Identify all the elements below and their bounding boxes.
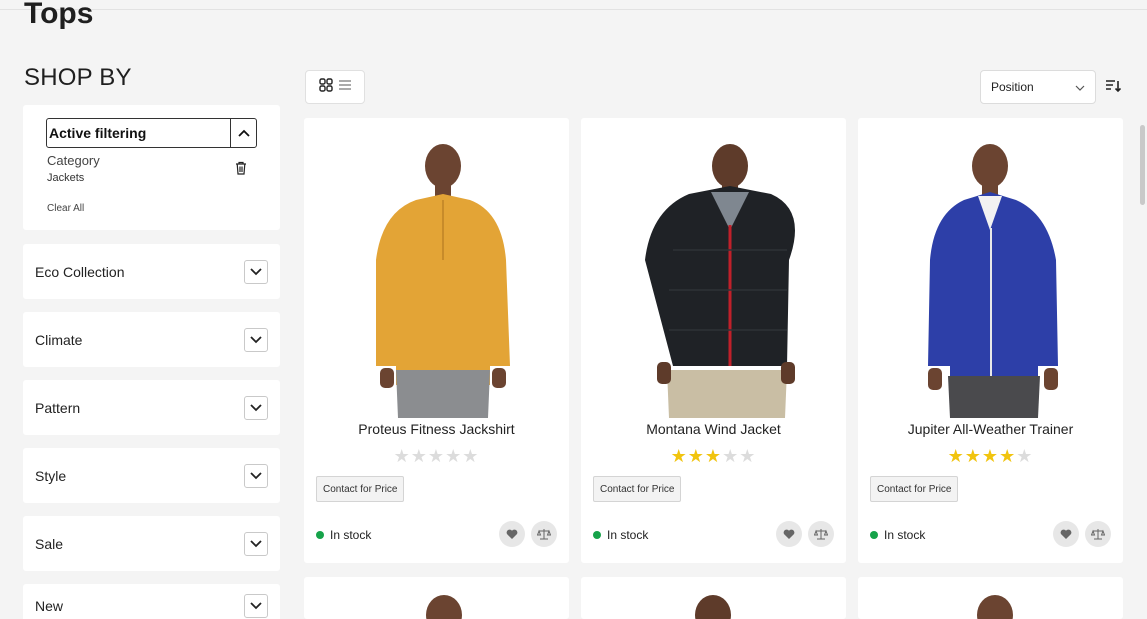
- page-title: Tops: [24, 0, 94, 30]
- product-card[interactable]: Jupiter All-Weather Trainer ★★★★★ Contac…: [858, 118, 1123, 563]
- chevron-up-icon[interactable]: [230, 119, 256, 147]
- product-name[interactable]: Jupiter All-Weather Trainer: [858, 421, 1123, 437]
- star-icon: ★: [981, 446, 1000, 466]
- active-filter-category-label: Category: [47, 153, 100, 168]
- compare-button[interactable]: [808, 521, 834, 547]
- star-icon: ★: [427, 446, 446, 466]
- product-image[interactable]: [858, 130, 1123, 418]
- chevron-down-icon: [1075, 80, 1085, 94]
- active-filtering-title: Active filtering: [49, 125, 147, 141]
- filter-label: Style: [35, 467, 67, 484]
- filter-climate[interactable]: Climate: [23, 312, 280, 367]
- product-image[interactable]: [581, 587, 846, 619]
- star-icon: ★: [393, 446, 411, 466]
- wishlist-button[interactable]: [776, 521, 802, 547]
- active-filtering-toggle[interactable]: Active filtering: [46, 118, 257, 148]
- chevron-down-icon[interactable]: [244, 463, 268, 488]
- sort-direction-icon[interactable]: [1105, 79, 1122, 98]
- filter-sale[interactable]: Sale: [23, 516, 280, 571]
- filter-eco-collection[interactable]: Eco Collection: [23, 244, 280, 299]
- stock-label: In stock: [884, 528, 926, 542]
- star-icon: ★: [462, 446, 480, 466]
- sort-by-select[interactable]: Position: [980, 70, 1096, 104]
- heart-icon: [783, 529, 795, 539]
- product-image[interactable]: [304, 130, 569, 418]
- product-name[interactable]: Proteus Fitness Jackshirt: [304, 421, 569, 437]
- star-icon: ★: [704, 446, 723, 466]
- filter-label: New: [35, 598, 64, 614]
- star-icon: ★: [670, 446, 688, 466]
- heart-icon: [506, 529, 518, 539]
- stock-status: In stock: [870, 528, 925, 542]
- filter-style[interactable]: Style: [23, 448, 280, 503]
- star-icon: ★: [722, 446, 740, 466]
- rating-stars: ★★★★★: [581, 446, 846, 467]
- stock-status: In stock: [316, 528, 371, 542]
- chevron-down-icon[interactable]: [244, 327, 268, 352]
- clear-all-link[interactable]: Clear All: [47, 203, 84, 214]
- in-stock-dot-icon: [870, 531, 878, 539]
- wishlist-button[interactable]: [1053, 521, 1079, 547]
- rating-stars: ★★★★★: [304, 446, 569, 467]
- product-card[interactable]: [304, 577, 569, 619]
- stock-label: In stock: [330, 528, 372, 542]
- star-icon: ★: [687, 446, 705, 466]
- top-divider: [0, 9, 1147, 10]
- compare-button[interactable]: [1085, 521, 1111, 547]
- filter-label: Sale: [35, 535, 64, 552]
- filter-pattern[interactable]: Pattern: [23, 380, 280, 435]
- scrollbar-thumb[interactable]: [1140, 125, 1145, 205]
- filter-label: Eco Collection: [35, 263, 125, 280]
- filter-label: Climate: [35, 331, 83, 348]
- product-image[interactable]: [858, 587, 1123, 619]
- chevron-down-icon[interactable]: [244, 594, 268, 618]
- product-card[interactable]: Montana Wind Jacket ★★★★★ Contact for Pr…: [581, 118, 846, 563]
- product-image[interactable]: [304, 587, 569, 619]
- in-stock-dot-icon: [593, 531, 601, 539]
- product-card[interactable]: [858, 577, 1123, 619]
- grid-icon[interactable]: [318, 77, 333, 97]
- contact-for-price-button[interactable]: Contact for Price: [316, 476, 405, 502]
- star-icon: ★: [964, 446, 982, 466]
- star-icon: ★: [999, 446, 1017, 466]
- wishlist-button[interactable]: [499, 521, 525, 547]
- star-icon: ★: [445, 446, 463, 466]
- star-icon: ★: [1016, 446, 1034, 466]
- stock-status: In stock: [593, 528, 648, 542]
- compare-scale-icon: [814, 529, 828, 540]
- view-mode-toggle: [305, 70, 365, 104]
- sort-selected-value: Position: [991, 80, 1034, 94]
- in-stock-dot-icon: [316, 531, 324, 539]
- shop-by-heading: SHOP BY: [24, 64, 132, 91]
- star-icon: ★: [410, 446, 428, 466]
- product-card[interactable]: [581, 577, 846, 619]
- contact-for-price-button[interactable]: Contact for Price: [593, 476, 682, 502]
- star-icon: ★: [739, 446, 757, 466]
- product-name[interactable]: Montana Wind Jacket: [581, 421, 846, 437]
- chevron-down-icon[interactable]: [244, 395, 268, 420]
- list-icon[interactable]: [338, 78, 352, 96]
- chevron-down-icon[interactable]: [244, 259, 268, 284]
- filter-new[interactable]: New: [23, 584, 280, 619]
- product-image[interactable]: [581, 130, 846, 418]
- compare-scale-icon: [1091, 529, 1105, 540]
- filter-label: Pattern: [35, 399, 81, 416]
- trash-icon[interactable]: [235, 161, 247, 180]
- rating-stars: ★★★★★: [858, 446, 1123, 467]
- compare-scale-icon: [537, 529, 551, 540]
- active-filtering-panel: Active filtering Category Jackets Clear …: [23, 105, 280, 230]
- compare-button[interactable]: [531, 521, 557, 547]
- chevron-down-icon[interactable]: [244, 531, 268, 556]
- star-icon: ★: [947, 446, 965, 466]
- active-filter-category-value: Jackets: [47, 172, 85, 184]
- heart-icon: [1060, 529, 1072, 539]
- contact-for-price-button[interactable]: Contact for Price: [870, 476, 959, 502]
- product-card[interactable]: Proteus Fitness Jackshirt ★★★★★ Contact …: [304, 118, 569, 563]
- stock-label: In stock: [607, 528, 649, 542]
